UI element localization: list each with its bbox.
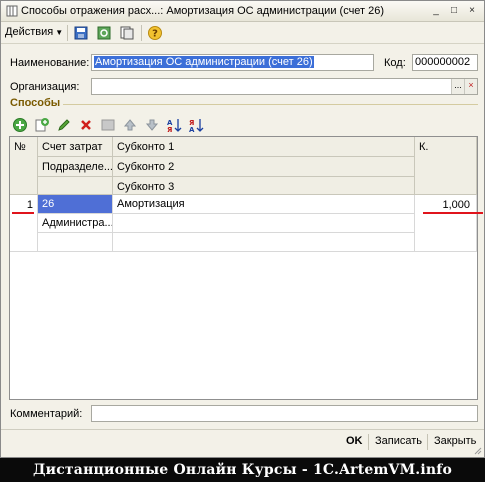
resize-grip-icon[interactable]	[472, 445, 482, 455]
footer-divider	[1, 429, 484, 430]
column-header-subconto2[interactable]: Субконто 2	[113, 157, 415, 177]
window-titlebar[interactable]: Способы отражения расх...: Амортизация О…	[1, 1, 484, 22]
annotation-mark-right	[423, 212, 483, 214]
ok-button[interactable]: OK	[346, 435, 363, 447]
table-cell-account[interactable]: 26	[38, 195, 113, 214]
column-header-subconto1[interactable]: Субконто 1	[113, 137, 415, 157]
footer-button-divider	[368, 434, 369, 450]
section-title: Способы	[10, 97, 61, 109]
methods-table[interactable]: № Счет затрат Подразделе... Субконто 1 С…	[9, 136, 478, 400]
column-header-k[interactable]: К.	[415, 137, 477, 195]
svg-text:А: А	[189, 126, 195, 133]
table-row-num[interactable]: 1	[10, 195, 38, 252]
close-form-button[interactable]: Закрыть	[434, 435, 476, 447]
save-button[interactable]: Записать	[375, 435, 422, 447]
post-icon[interactable]	[100, 117, 116, 133]
table-cell-subconto1[interactable]: Амортизация	[113, 195, 415, 214]
code-field[interactable]: 000000002	[412, 54, 478, 71]
organization-field[interactable]: ... ×	[91, 78, 478, 95]
sort-desc-icon[interactable]: Я А	[188, 117, 204, 133]
chevron-down-icon: ▼	[55, 28, 64, 37]
add-copy-icon[interactable]	[34, 117, 50, 133]
column-header-account[interactable]: Счет затрат	[38, 137, 113, 157]
help-icon[interactable]: ?	[147, 25, 163, 41]
minimize-button[interactable]: _	[428, 4, 444, 18]
delete-icon[interactable]	[78, 117, 94, 133]
save-icon[interactable]	[73, 25, 89, 41]
table-cell-subconto3[interactable]	[113, 233, 415, 252]
edit-icon[interactable]	[56, 117, 72, 133]
column-header-empty	[38, 177, 113, 195]
comment-label: Комментарий:	[10, 408, 83, 420]
annotation-mark-left	[12, 212, 34, 214]
column-header-department[interactable]: Подразделе...	[38, 157, 113, 177]
organization-label: Организация:	[10, 81, 80, 93]
section-divider	[63, 104, 478, 105]
copy-icon[interactable]	[119, 25, 135, 41]
document-window: Способы отражения расх...: Амортизация О…	[0, 0, 485, 458]
footer-button-divider	[427, 434, 428, 450]
maximize-button[interactable]: □	[446, 4, 462, 18]
name-field[interactable]: Амортизация ОС администрации (счет 26)	[91, 54, 374, 71]
table-cell-subconto2[interactable]	[113, 214, 415, 233]
window-title: Способы отражения расх...: Амортизация О…	[21, 5, 385, 17]
actions-label: Действия	[5, 26, 54, 38]
column-header-subconto3[interactable]: Субконто 3	[113, 177, 415, 195]
form-toolbar: Действия ▼ ?	[1, 22, 484, 44]
move-down-icon[interactable]	[144, 117, 160, 133]
table-cell-empty[interactable]	[38, 233, 113, 252]
document-icon	[6, 5, 18, 17]
toolbar-divider	[67, 25, 68, 41]
sort-asc-icon[interactable]: А Я	[166, 117, 182, 133]
column-header-num[interactable]: №	[10, 137, 38, 195]
svg-text:Я: Я	[167, 126, 172, 133]
promo-banner: Дистанционные Онлайн Курсы - 1C.ArtemVM.…	[0, 458, 485, 482]
close-button[interactable]: ×	[464, 4, 480, 18]
move-up-icon[interactable]	[122, 117, 138, 133]
toolbar-divider	[141, 25, 142, 41]
comment-field[interactable]	[91, 405, 478, 422]
actions-menu[interactable]: Действия ▼	[5, 26, 63, 38]
name-value: Амортизация ОС администрации (счет 26)	[94, 56, 314, 68]
table-cell-department[interactable]: Администра...	[38, 214, 113, 233]
name-label: Наименование:	[10, 57, 90, 69]
organization-clear-button[interactable]: ×	[464, 79, 477, 94]
code-value: 000000002	[415, 56, 471, 68]
organization-select-button[interactable]: ...	[451, 79, 464, 94]
table-cell-k[interactable]: 1,000	[415, 195, 477, 252]
refresh-icon[interactable]	[96, 25, 112, 41]
code-label: Код:	[384, 57, 406, 69]
svg-text:?: ?	[152, 29, 158, 40]
add-icon[interactable]	[12, 117, 28, 133]
